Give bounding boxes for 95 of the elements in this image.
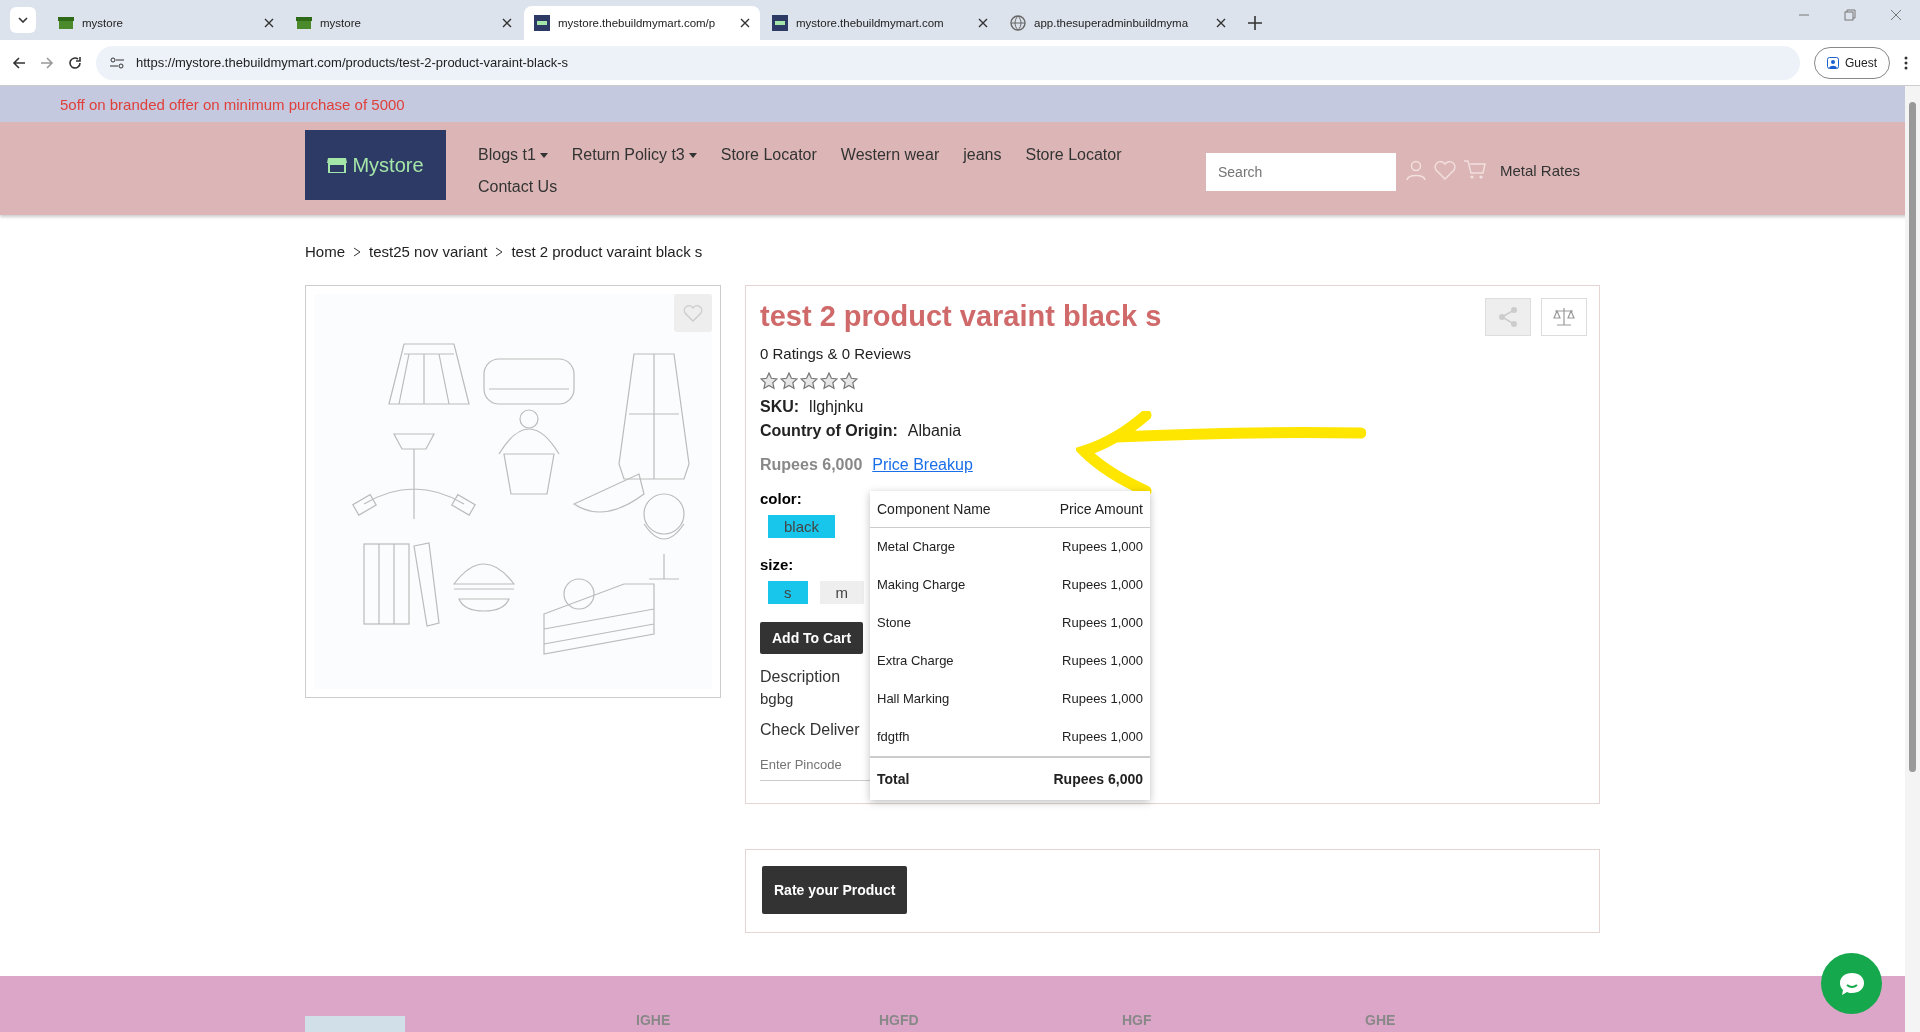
rate-product-button[interactable]: Rate your Product [762, 866, 908, 914]
site-settings-icon [110, 56, 124, 69]
star-icon [760, 372, 778, 390]
close-icon[interactable] [740, 18, 750, 28]
close-icon[interactable] [502, 18, 512, 28]
option-button[interactable]: m [819, 581, 864, 604]
address-bar[interactable]: https://mystore.thebuildmymart.com/products/test-2-product-varaint-black-s [96, 45, 1800, 80]
option-label: color: [760, 490, 802, 507]
column-header: Price Amount [1024, 491, 1150, 528]
tab-title: app.thesuperadminbuildmyma [1034, 17, 1190, 29]
nav-link[interactable]: Blogs t1 [478, 143, 548, 167]
scrollbar-thumb[interactable] [1909, 102, 1916, 772]
chevron-down-icon [18, 17, 28, 23]
browser-tab[interactable]: mystore [48, 6, 284, 40]
total-cell: Total [870, 757, 1025, 800]
browser-tab[interactable]: mystore.thebuildmymart.com [762, 6, 998, 40]
close-icon[interactable] [978, 18, 988, 28]
footer-heading: IGHE [636, 1012, 672, 1030]
table-cell-text: Rupees 1,000 [1061, 576, 1144, 594]
detail-value: llghjnku [809, 398, 864, 416]
breadcrumb-link[interactable]: test25 nov variant [369, 243, 488, 260]
chat-bubble-icon [1837, 970, 1866, 997]
nav-link[interactable]: jeans [963, 143, 1002, 167]
footer-heading: HGFD [879, 1012, 920, 1030]
star-icon [800, 372, 818, 390]
store-favicon-icon [58, 16, 74, 30]
nav-link[interactable]: Contact Us [478, 175, 558, 199]
table-cell-text: Rupees 1,000 [1061, 690, 1144, 708]
profile-icon [1827, 56, 1839, 69]
column-header: Component Name [870, 491, 1025, 528]
scrollbar[interactable] [1905, 86, 1920, 1032]
storefront-icon [327, 157, 348, 173]
compare-button[interactable] [1541, 298, 1587, 336]
back-arrow-icon[interactable] [12, 55, 26, 70]
share-icon [1497, 306, 1519, 328]
nav-link[interactable]: Return Policy t3 [571, 143, 697, 167]
table-cell: Rupees 1,000 [1024, 718, 1150, 757]
detail-label: Country of Origin: [760, 422, 898, 440]
check-delivery-label: Check Deliver [760, 721, 860, 739]
ratings-summary: 0 Ratings & 0 Reviews [760, 345, 911, 362]
product-title: test 2 product varaint black s [760, 300, 1162, 333]
table-cell: Metal Charge [870, 527, 1025, 566]
footer-heading: GHE [1365, 1012, 1397, 1030]
more-vertical-icon[interactable] [1904, 55, 1908, 70]
product-price: Rupees 6,000 [760, 456, 863, 474]
description-label: Description [760, 668, 841, 686]
new-tab-icon[interactable] [1248, 16, 1262, 30]
footer-heading: HGF [1122, 1012, 1153, 1030]
search-field[interactable]: Search [1206, 153, 1396, 191]
option-button[interactable]: black [768, 515, 836, 538]
close-icon[interactable] [1216, 18, 1226, 28]
site-favicon-icon [772, 15, 788, 31]
tab-title: mystore [82, 17, 124, 29]
table-cell: Rupees 1,000 [1024, 527, 1150, 566]
tab-list-button[interactable] [10, 7, 36, 33]
star-icon [840, 372, 858, 390]
balance-scale-icon [1553, 307, 1575, 327]
breadcrumb-link[interactable]: test 2 product varaint black s [511, 243, 703, 260]
store-favicon-icon [296, 16, 312, 30]
tab-title: mystore.thebuildmymart.com/p [558, 17, 717, 29]
detail-value: Albania [907, 422, 962, 440]
reload-icon[interactable] [68, 55, 82, 70]
browser-tab[interactable]: mystore [286, 6, 522, 40]
star-icon [780, 372, 798, 390]
globe-icon [1010, 15, 1026, 31]
price-breakup-link[interactable]: Price Breakup [872, 456, 973, 474]
forward-arrow-icon[interactable] [40, 55, 54, 70]
browser-tab[interactable]: app.thesuperadminbuildmyma [1000, 6, 1236, 40]
nav-link[interactable]: Store Locator [1025, 143, 1122, 167]
table-cell-text: Stone [876, 614, 912, 632]
store-logo[interactable]: Mystore [305, 130, 446, 200]
metal-rates-link[interactable]: Metal Rates [1500, 161, 1581, 179]
profile-button[interactable]: Guest [1814, 46, 1890, 79]
star-icon [820, 372, 838, 390]
table-cell-text: Hall Marking [876, 690, 951, 708]
table-cell-text: Making Charge [876, 576, 967, 594]
description-text: bgbg [760, 690, 794, 707]
nav-link[interactable]: Western wear [840, 143, 940, 167]
table-cell-text: Extra Charge [876, 652, 955, 670]
nav-link[interactable]: Store Locator [720, 143, 817, 167]
option-label: size: [760, 556, 794, 573]
detail-label: SKU: [760, 398, 800, 416]
table-cell-text: Rupees 1,000 [1061, 614, 1144, 632]
close-icon[interactable] [264, 18, 274, 28]
browser-tab[interactable]: mystore.thebuildmymart.com/p [524, 6, 760, 40]
restore-icon[interactable] [1844, 9, 1856, 21]
site-favicon-icon [534, 15, 550, 31]
table-cell-text: Rupees 1,000 [1061, 652, 1144, 670]
total-cell: Rupees 6,000 [1024, 757, 1150, 800]
option-button[interactable]: s [768, 581, 808, 604]
heart-icon [683, 304, 703, 322]
breadcrumb-link[interactable]: Home [305, 243, 345, 260]
tab-title: mystore.thebuildmymart.com [796, 17, 945, 29]
tab-title: mystore [320, 17, 362, 29]
add-to-cart-button[interactable]: Add To Cart [760, 622, 864, 654]
